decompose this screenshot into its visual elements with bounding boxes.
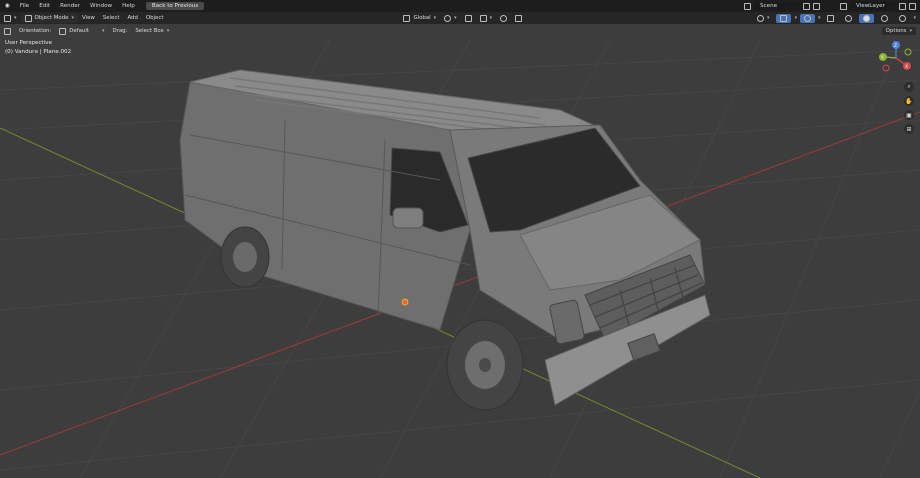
delete-scene-icon[interactable] [813, 2, 820, 10]
chevron-down-icon: ▾ [766, 15, 770, 21]
menu-select[interactable]: Select [99, 14, 124, 22]
shading-rendered[interactable] [895, 14, 910, 23]
orientation-dropdown[interactable]: Default ▾ [55, 27, 108, 36]
gizmo-z-label: Z [894, 43, 897, 49]
delete-viewlayer-icon[interactable] [909, 2, 916, 10]
chevron-down-icon[interactable]: ▾ [913, 15, 916, 21]
proportional-icon [500, 14, 508, 22]
xray-icon [827, 14, 835, 22]
menu-file[interactable]: File [15, 3, 34, 9]
top-menu-bar: ◉ File Edit Render Window Help Back to P… [0, 0, 920, 12]
options-button[interactable]: Options ▾ [881, 27, 916, 35]
snap-grid-icon [479, 14, 487, 22]
viewlayer-icon[interactable] [840, 2, 847, 10]
menu-render[interactable]: Render [55, 3, 85, 9]
front-wheel [446, 319, 524, 411]
chevron-down-icon: ▾ [454, 15, 457, 21]
navigation-gizmo[interactable]: Z Y X [879, 41, 912, 72]
orientation-label: Global [413, 15, 431, 21]
pivot-selector[interactable]: ▾ [440, 14, 461, 23]
back-to-previous-button[interactable]: Back to Previous [145, 2, 205, 10]
falloff-selector[interactable] [511, 14, 526, 23]
menu-add[interactable]: Add [123, 14, 141, 22]
chevron-down-icon: ▾ [433, 15, 437, 21]
gizmo-toggle[interactable] [776, 13, 792, 23]
chevron-down-icon: ▾ [101, 28, 105, 34]
move-icon [4, 27, 11, 35]
editor-type-selector[interactable]: ▾ [0, 14, 21, 23]
proportional-edit-toggle[interactable] [496, 14, 511, 23]
3d-viewport[interactable]: Z Y X [0, 0, 920, 478]
chevron-down-icon[interactable]: ▾ [794, 15, 797, 21]
copy-viewlayer-icon[interactable] [899, 2, 906, 10]
eye-icon [756, 14, 764, 22]
overlay-icon [803, 14, 811, 22]
chevron-down-icon: ▾ [166, 28, 170, 34]
copy-scene-icon[interactable] [803, 2, 810, 10]
chevron-down-icon: ▾ [909, 28, 912, 34]
view-perspective-label: User Perspective [5, 40, 52, 46]
orientation-icon [403, 14, 411, 22]
menu-object[interactable]: Object [142, 14, 168, 22]
object-origin[interactable] [401, 298, 409, 306]
mode-label: Object Mode [34, 15, 69, 21]
active-object-info: (0) Vandura | Plane.002 [5, 49, 72, 55]
rear-wheel [220, 226, 270, 288]
viewlayer-field[interactable]: ViewLayer [850, 2, 896, 10]
chevron-down-icon: ▾ [489, 15, 493, 21]
magnet-icon [464, 14, 472, 22]
snap-target-selector[interactable]: ▾ [476, 14, 497, 23]
zoom-icon[interactable]: ⌕ [904, 82, 914, 92]
material-icon [881, 14, 889, 22]
orientation-value: Default [69, 28, 89, 34]
gizmo-y-label: Y [880, 55, 884, 61]
shading-material[interactable] [877, 14, 892, 23]
view3d-icon [4, 14, 11, 22]
menu-help[interactable]: Help [117, 3, 140, 9]
chevron-down-icon: ▾ [71, 15, 74, 21]
orientation-default-icon [59, 27, 67, 35]
chevron-down-icon: ▾ [14, 15, 17, 21]
overlay-toggle[interactable] [799, 13, 815, 23]
menu-window[interactable]: Window [85, 3, 117, 9]
options-label: Options [885, 28, 907, 34]
shading-wireframe[interactable] [841, 14, 856, 23]
drag-dropdown[interactable]: Select Box ▾ [131, 27, 173, 35]
pivot-icon [444, 14, 452, 22]
drag-label: Drag: [112, 28, 128, 34]
scene-field[interactable]: Scene [754, 2, 800, 10]
chevron-down-icon[interactable]: ▾ [818, 15, 821, 21]
blender-logo-icon[interactable]: ◉ [0, 3, 15, 9]
camera-icon[interactable]: ▣ [904, 110, 914, 120]
object-mode-icon [24, 14, 32, 22]
transform-orientation-selector[interactable]: Global ▾ [399, 14, 440, 23]
mode-selector[interactable]: Object Mode ▾ [20, 13, 78, 23]
hand-pan-icon[interactable]: ✋ [904, 96, 914, 106]
viewport-header: ▾ Object Mode ▾ View Select Add Object Gl… [0, 12, 920, 24]
rendered-icon [899, 14, 907, 22]
grid-view-icon[interactable]: ⊞ [904, 124, 914, 134]
visibility-selector[interactable]: ▾ [753, 14, 774, 23]
snap-toggle[interactable] [461, 14, 476, 23]
tool-settings-bar: Orientation: Default ▾ Drag: Select Box ▾ … [0, 24, 920, 38]
falloff-icon [515, 14, 523, 22]
gizmo-icon [780, 14, 788, 22]
menu-view[interactable]: View [78, 14, 99, 22]
orientation-label: Orientation: [19, 28, 52, 34]
gizmo-x-label: X [905, 64, 908, 70]
menu-edit[interactable]: Edit [34, 3, 55, 9]
van-model[interactable] [179, 69, 711, 411]
active-tool-icon[interactable] [0, 27, 15, 36]
xray-toggle[interactable] [823, 14, 838, 23]
wireframe-icon [845, 14, 853, 22]
solid-icon [863, 14, 871, 22]
drag-value: Select Box [135, 28, 164, 34]
scene-icon[interactable] [744, 2, 751, 10]
shading-solid[interactable] [859, 13, 875, 23]
